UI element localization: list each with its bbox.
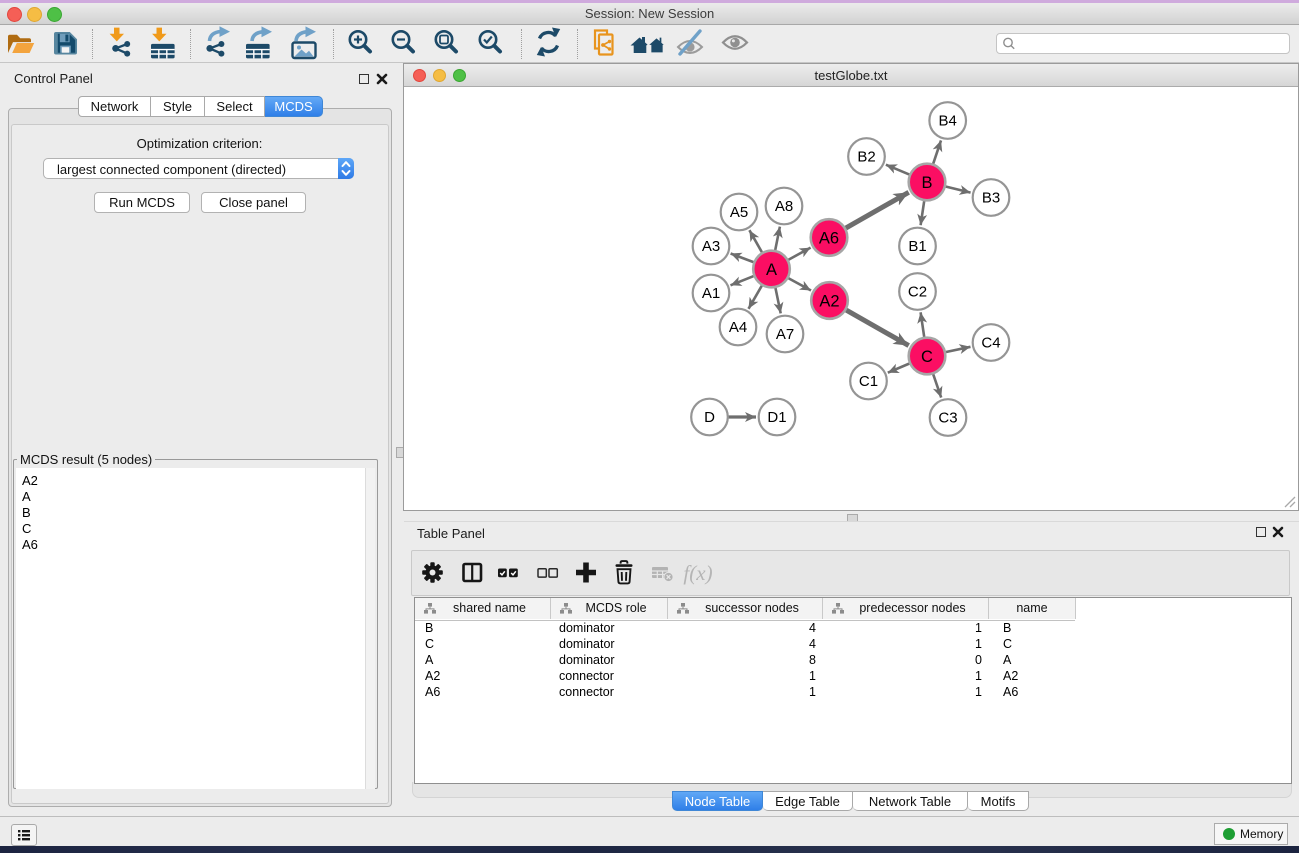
svg-text:C1: C1 [859, 373, 878, 390]
svg-text:C: C [921, 348, 933, 366]
svg-text:f(x): f(x) [683, 561, 712, 585]
svg-text:A5: A5 [730, 204, 748, 221]
svg-text:A8: A8 [775, 198, 793, 215]
svg-text:A7: A7 [776, 326, 794, 343]
svg-text:C2: C2 [908, 284, 927, 301]
svg-text:B: B [921, 174, 932, 192]
svg-text:A3: A3 [702, 238, 720, 255]
svg-text:C3: C3 [938, 410, 957, 427]
svg-text:C4: C4 [981, 335, 1000, 352]
svg-text:B1: B1 [908, 238, 926, 255]
svg-text:A4: A4 [729, 319, 747, 336]
svg-text:A1: A1 [702, 285, 720, 302]
svg-text:B3: B3 [982, 190, 1000, 207]
svg-text:D: D [704, 409, 715, 426]
svg-text:D1: D1 [767, 409, 786, 426]
svg-text:B4: B4 [939, 113, 957, 130]
svg-text:A: A [766, 261, 777, 279]
svg-text:B2: B2 [857, 149, 875, 166]
svg-text:A6: A6 [819, 229, 839, 247]
svg-text:A2: A2 [819, 292, 839, 310]
